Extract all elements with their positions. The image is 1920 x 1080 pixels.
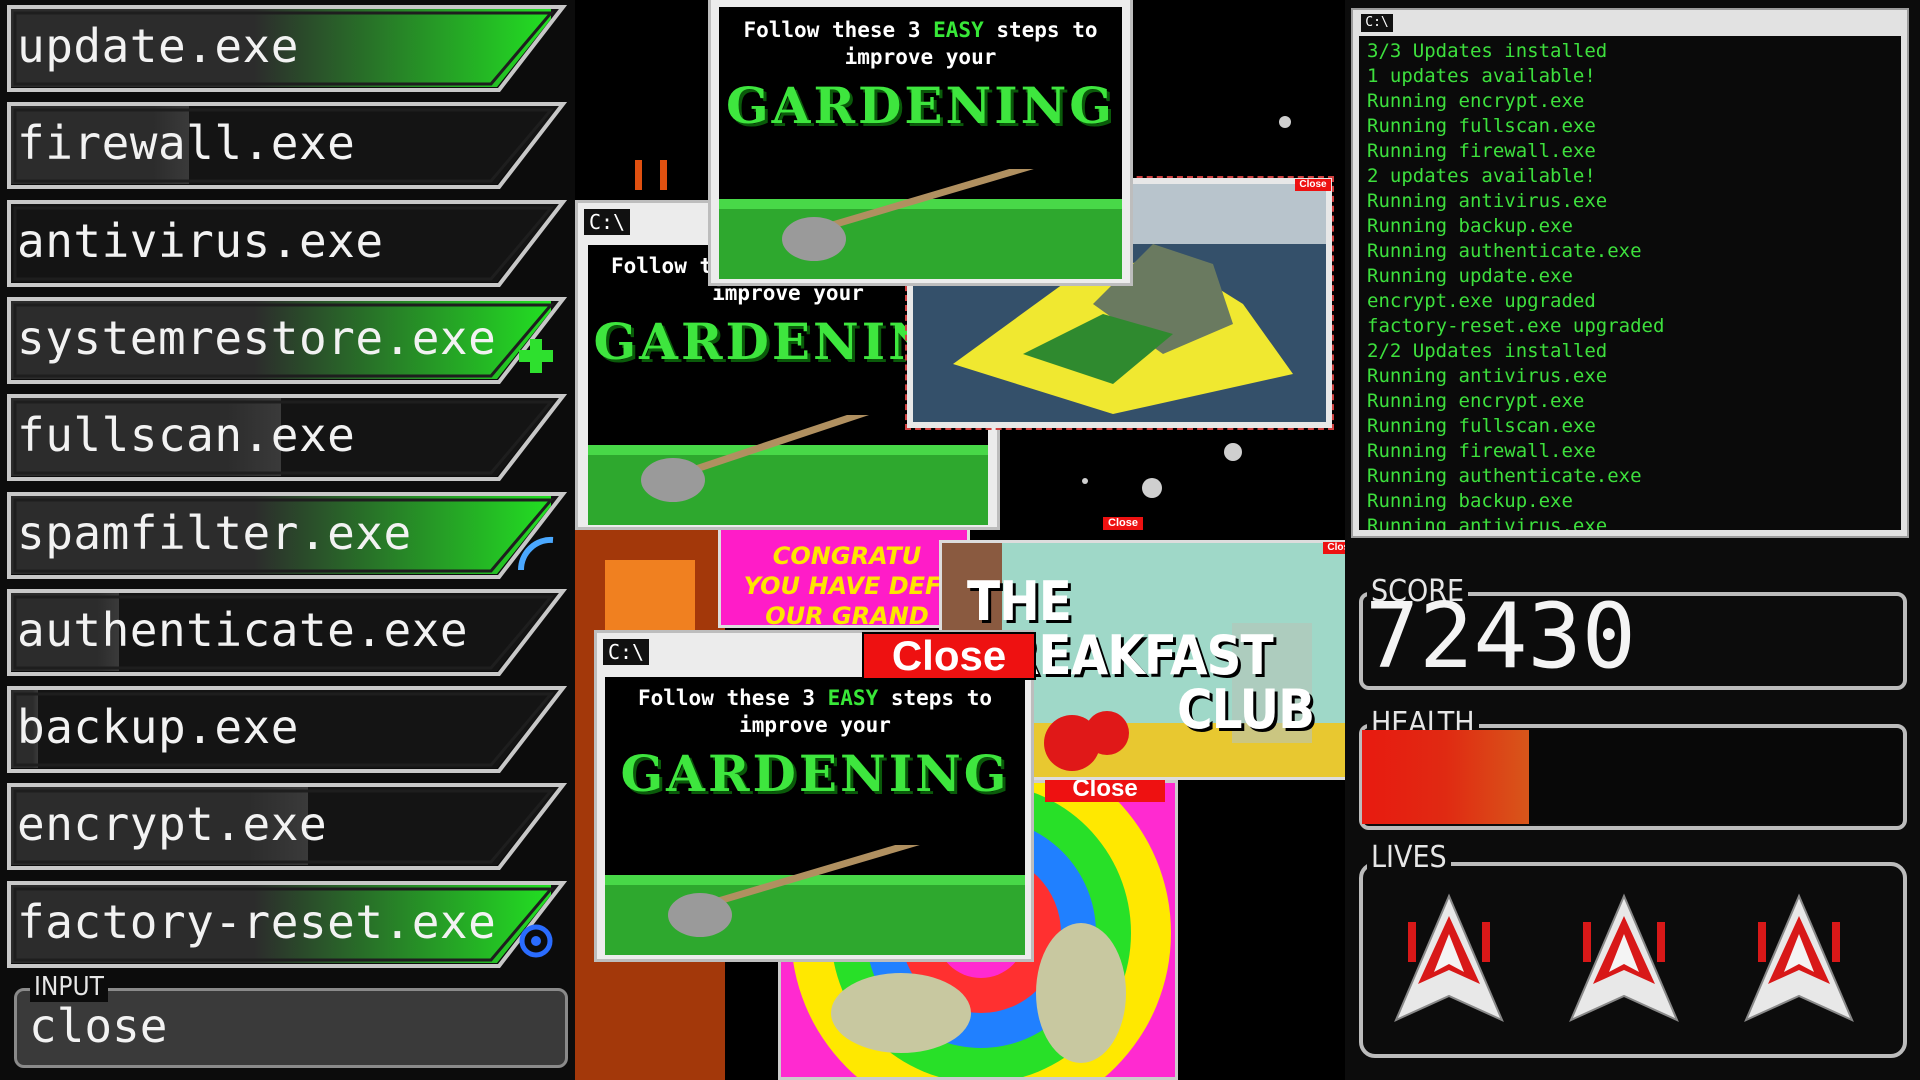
breakfast-close-button[interactable]: Close xyxy=(1323,542,1345,554)
score-value: 72430 xyxy=(1365,584,1636,689)
terminal-line: encrypt.exe upgraded xyxy=(1367,290,1596,312)
gardening-popup-top: Follow these 3 EASY steps to improve you… xyxy=(708,0,1133,286)
shovel-grass-art xyxy=(605,845,1025,955)
program-name: firewall.exe xyxy=(17,116,356,170)
program-update[interactable]: update.exe xyxy=(7,5,567,93)
program-factory-reset[interactable]: factory-reset.exe xyxy=(7,881,567,969)
terminal-line: Running fullscan.exe xyxy=(1367,415,1596,437)
terminal-title-icon: C:\ xyxy=(1361,14,1393,32)
gardening-text-easy: EASY xyxy=(827,686,879,710)
shovel-grass-art xyxy=(719,169,1122,279)
program-name: update.exe xyxy=(17,19,299,73)
congrats-close-button[interactable]: Close xyxy=(1103,517,1143,530)
shield-arc-icon xyxy=(515,530,557,572)
life-ship-icon xyxy=(1565,892,1683,1026)
terminal-line: 1 updates available! xyxy=(1367,65,1596,87)
popup-title-icon: C:\ xyxy=(584,209,630,235)
program-spamfilter[interactable]: spamfilter.exe xyxy=(7,492,567,580)
gardening-title: GARDENING xyxy=(620,743,1010,803)
program-name: backup.exe xyxy=(17,700,299,754)
gardening-text-easy: EASY xyxy=(933,18,984,42)
program-encrypt[interactable]: encrypt.exe xyxy=(7,783,567,871)
terminal-line: factory-reset.exe upgraded xyxy=(1367,315,1665,337)
terminal-log[interactable]: 3/3 Updates installed 1 updates available… xyxy=(1359,36,1901,530)
reset-icon xyxy=(515,919,557,961)
breakfast-title-line-3: CLUB xyxy=(1177,678,1315,741)
game-area: CONGRATU YOU HAVE DEFI OUR GRAND Close C… xyxy=(575,0,1345,1080)
program-authenticate[interactable]: authenticate.exe xyxy=(7,589,567,677)
gardening-text-a: Follow these 3 xyxy=(743,18,934,42)
gardening-text-b: steps to xyxy=(878,686,993,710)
program-name: authenticate.exe xyxy=(17,603,469,657)
health-bar-fill xyxy=(1362,730,1530,824)
terminal-line: 2 updates available! xyxy=(1367,165,1596,187)
program-name: spamfilter.exe xyxy=(17,506,412,560)
terminal-line: Running authenticate.exe xyxy=(1367,465,1642,487)
plus-icon xyxy=(515,335,557,377)
terminal-line: Running encrypt.exe xyxy=(1367,90,1585,112)
breakfast-title-line-1: THE xyxy=(967,570,1072,633)
program-panel: update.exe firewall.exe antivirus.exe syste… xyxy=(0,0,575,1080)
congrats-line-3: OUR GRAND xyxy=(765,602,929,630)
program-antivirus[interactable]: antivirus.exe xyxy=(7,200,567,288)
terminal-line: Running encrypt.exe xyxy=(1367,390,1585,412)
command-input-value: close xyxy=(29,999,168,1053)
congrats-line-1: CONGRATU xyxy=(772,542,922,570)
terminal-line: Running firewall.exe xyxy=(1367,440,1596,462)
breakfast-title-line-2: REAKFAST xyxy=(1002,624,1274,687)
gardening-text-line2: improve your xyxy=(844,45,997,70)
program-firewall[interactable]: firewall.exe xyxy=(7,102,567,190)
life-ship-icon xyxy=(1390,892,1508,1026)
program-backup[interactable]: backup.exe xyxy=(7,686,567,774)
terminal-line: 2/2 Updates installed xyxy=(1367,340,1608,362)
program-name: systemrestore.exe xyxy=(17,311,497,365)
lives-label: LIVES xyxy=(1367,840,1451,875)
health-bar xyxy=(1362,730,1902,824)
terminal-line: Running firewall.exe xyxy=(1367,140,1596,162)
terminal-line: Running backup.exe xyxy=(1367,490,1573,512)
gardening-text-a: Follow these 3 xyxy=(637,686,828,710)
gardening-text-b: steps to xyxy=(983,18,1098,42)
congrats-popup: CONGRATU YOU HAVE DEFI OUR GRAND xyxy=(718,518,970,630)
gardening-text-line2: improve your xyxy=(739,713,891,738)
program-name: factory-reset.exe xyxy=(17,895,497,949)
terminal-line: Running fullscan.exe xyxy=(1367,115,1596,137)
terminal-line: Running antivirus.exe xyxy=(1367,365,1608,387)
island-close-button[interactable]: Close xyxy=(1295,179,1331,191)
input-label: INPUT xyxy=(30,972,108,1002)
popup-title-icon: C:\ xyxy=(603,639,649,665)
program-name: antivirus.exe xyxy=(17,214,384,268)
terminal-line: Running antivirus.exe xyxy=(1367,190,1608,212)
program-fullscan[interactable]: fullscan.exe xyxy=(7,394,567,482)
terminal-line: 3/3 Updates installed xyxy=(1367,40,1608,62)
gardening-close-button[interactable]: Close xyxy=(862,632,1036,680)
terminal-line: Running update.exe xyxy=(1367,265,1573,287)
terminal-line: Running authenticate.exe xyxy=(1367,240,1642,262)
life-ship-icon xyxy=(1740,892,1858,1026)
program-name: fullscan.exe xyxy=(17,408,356,462)
program-systemrestore[interactable]: systemrestore.exe xyxy=(7,297,567,385)
shovel-grass-art xyxy=(588,415,988,525)
terminal-line: Running antivirus.exe_ xyxy=(1367,515,1619,530)
program-name: encrypt.exe xyxy=(17,797,328,851)
congrats-line-2: YOU HAVE DEFI xyxy=(743,572,951,600)
gardening-title: GARDENING xyxy=(725,75,1115,135)
terminal-line: Running backup.exe xyxy=(1367,215,1573,237)
terminal-window: C:\ 3/3 Updates installed 1 updates avail… xyxy=(1351,8,1909,538)
